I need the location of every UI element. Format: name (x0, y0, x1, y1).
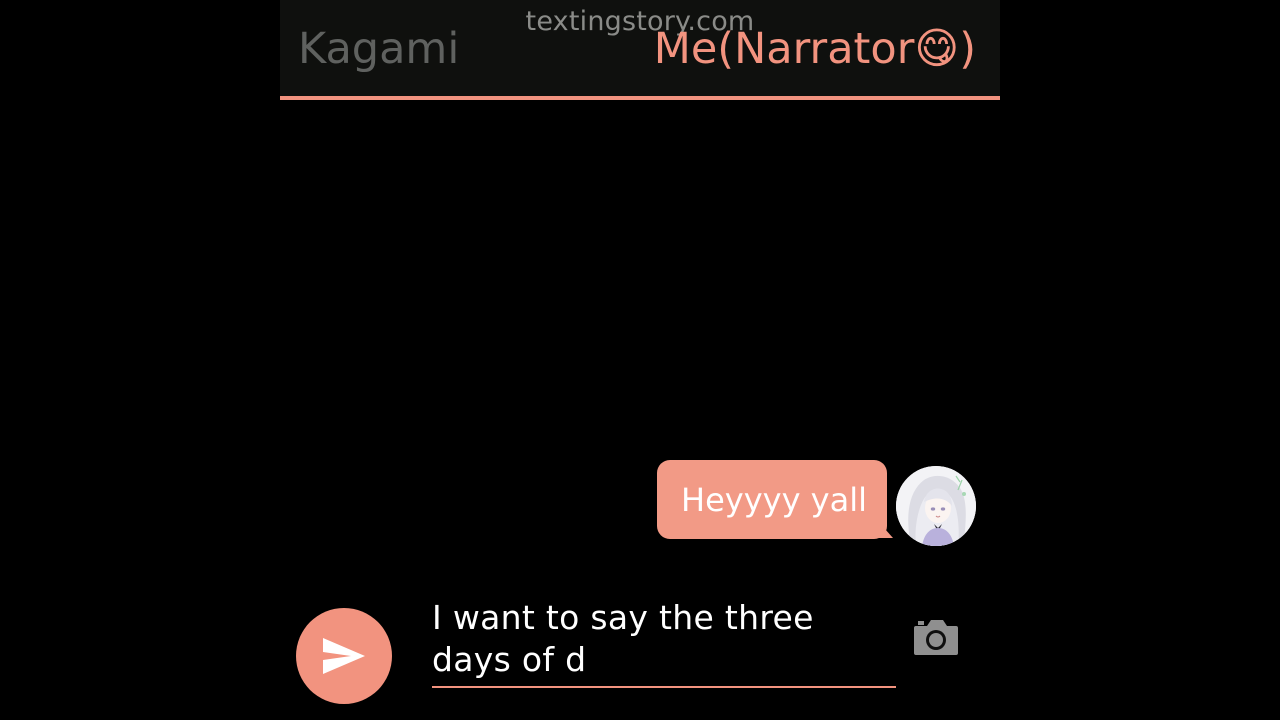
avatar-illustration (896, 466, 976, 546)
send-button[interactable] (296, 608, 392, 704)
texting-story-stage: textingstory.com Kagami Me(Narrator😋) He… (280, 0, 1000, 720)
camera-button[interactable] (912, 617, 960, 657)
avatar[interactable] (896, 466, 976, 546)
camera-icon (914, 620, 958, 655)
message-bubble[interactable]: Heyyyy yall (657, 460, 887, 539)
message-bubble-tail (877, 520, 893, 538)
message-text: Heyyyy yall (681, 480, 867, 519)
chat-header: textingstory.com Kagami Me(Narrator😋) (280, 0, 1000, 100)
tab-me-narrator[interactable]: Me(Narrator😋) (654, 24, 976, 74)
message-input[interactable]: I want to say the three days of d (432, 596, 896, 688)
send-icon (323, 638, 365, 674)
tab-kagami[interactable]: Kagami (298, 24, 459, 74)
